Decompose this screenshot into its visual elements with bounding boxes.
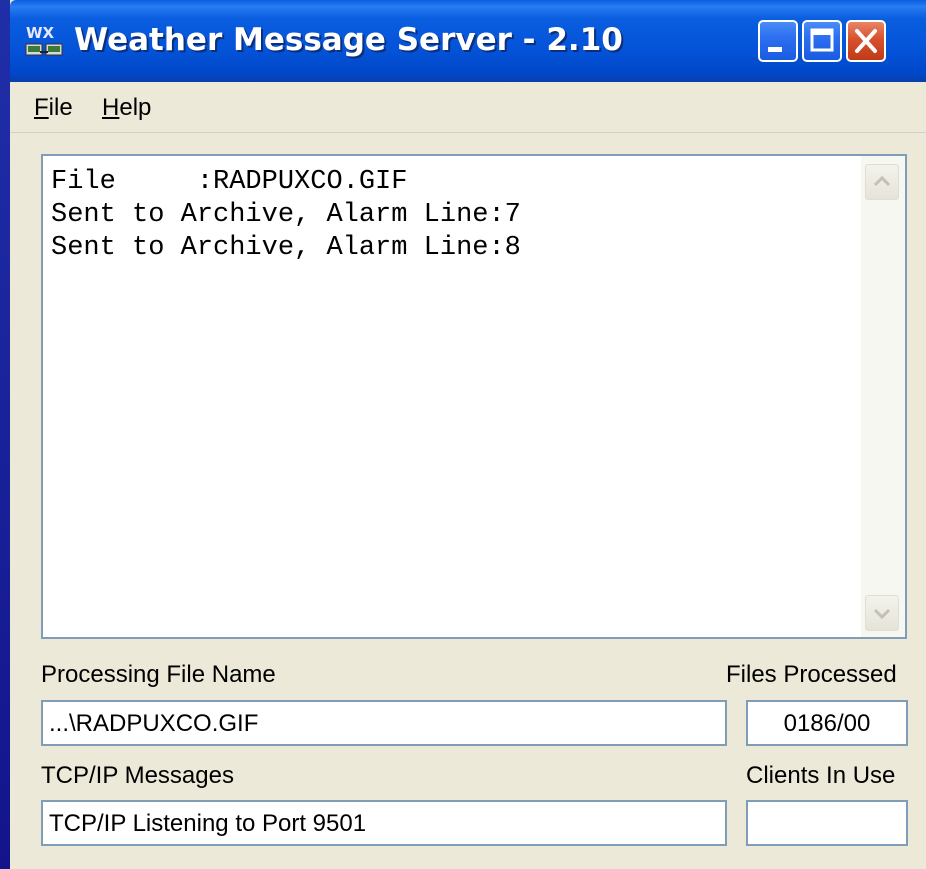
chevron-up-icon — [866, 175, 898, 203]
processing-file-field[interactable]: ...\RADPUXCO.GIF — [41, 700, 727, 746]
scroll-down-button[interactable] — [865, 595, 899, 631]
menu-help-accel: H — [102, 94, 120, 121]
tcp-messages-field[interactable]: TCP/IP Listening to Port 9501 — [41, 800, 727, 846]
menu-file-label: ile — [48, 94, 73, 121]
clients-in-use-label: Clients In Use — [746, 762, 896, 789]
tcp-messages-label: TCP/IP Messages — [41, 762, 234, 789]
menu-bar: File Help — [10, 82, 926, 133]
menu-file-accel: F — [34, 94, 49, 121]
window-title: Weather Message Server - 2.10 — [74, 22, 623, 58]
files-processed-field[interactable]: 0186/00 — [746, 700, 908, 746]
menu-file[interactable]: File — [34, 94, 73, 122]
wx-app-icon: WX — [24, 22, 66, 64]
processing-file-label: Processing File Name — [41, 661, 276, 688]
menu-help[interactable]: Help — [102, 94, 151, 122]
message-log[interactable]: File :RADPUXCO.GIF Sent to Archive, Alarm… — [41, 154, 907, 639]
app-window: WX Weather Message Server - 2.10 File He… — [10, 0, 926, 869]
log-line: File :RADPUXCO.GIF — [51, 167, 408, 197]
desktop-background — [0, 0, 10, 869]
svg-text:WX: WX — [26, 24, 55, 42]
log-line: Sent to Archive, Alarm Line:7 — [51, 200, 521, 230]
title-bar[interactable]: WX Weather Message Server - 2.10 — [10, 0, 926, 82]
vertical-scrollbar[interactable] — [861, 156, 905, 637]
scroll-up-button[interactable] — [865, 164, 899, 200]
chevron-down-icon — [866, 608, 898, 634]
close-button[interactable] — [846, 20, 886, 62]
log-text: File :RADPUXCO.GIF Sent to Archive, Alarm… — [51, 166, 521, 265]
maximize-button[interactable] — [802, 20, 842, 62]
minimize-button[interactable] — [758, 20, 798, 62]
menu-help-label: elp — [119, 94, 152, 121]
log-line: Sent to Archive, Alarm Line:8 — [51, 233, 521, 263]
clients-in-use-field[interactable] — [746, 800, 908, 846]
files-processed-label: Files Processed — [726, 661, 897, 688]
